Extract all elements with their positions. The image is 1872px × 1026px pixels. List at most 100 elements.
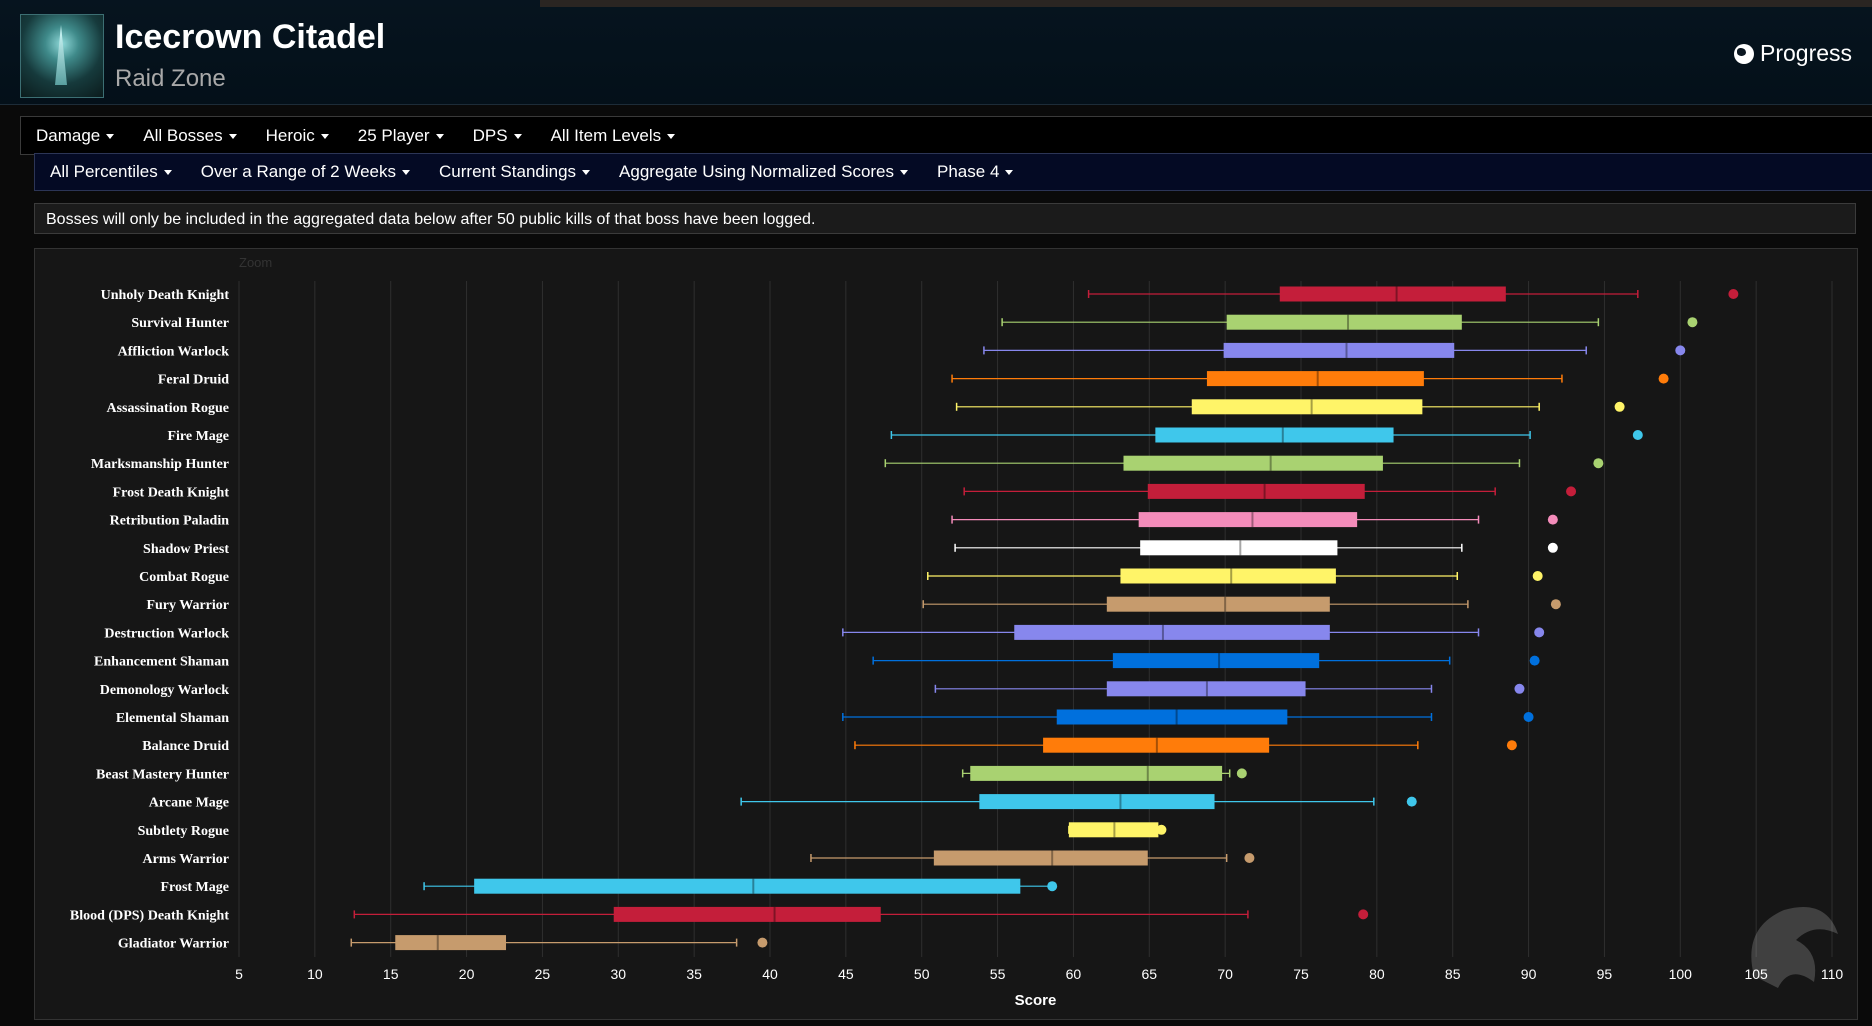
filter-bosses-dropdown[interactable]: All Bosses [128, 126, 250, 146]
chart-category-label: Arms Warrior [143, 852, 229, 867]
boxplot-box [395, 935, 507, 951]
chart-category-label: Survival Hunter [131, 316, 229, 331]
boxplot-box [979, 794, 1215, 810]
page-subtitle: Raid Zone [115, 65, 226, 92]
progress-link[interactable]: Progress [1734, 40, 1852, 67]
chart-x-tick-label: 70 [1217, 966, 1233, 982]
boxplot-outlier-point [1550, 599, 1561, 610]
chart-x-axis-title: Score [1015, 992, 1057, 1009]
header-top-strip [540, 0, 1872, 7]
filter-phase-dropdown[interactable]: Phase 4 [922, 162, 1027, 182]
chart-x-tick-label: 55 [990, 966, 1006, 982]
chart-x-tick-label: 100 [1669, 966, 1693, 982]
chart-x-tick-label: 35 [686, 966, 702, 982]
chart-category-label: Blood (DPS) Death Knight [70, 908, 229, 923]
chart-category-label: Arcane Mage [149, 796, 229, 811]
chart-x-tick-label: 45 [838, 966, 854, 982]
chart-category-label: Fire Mage [167, 429, 229, 444]
chart-x-tick-label: 25 [535, 966, 551, 982]
boxplot-box [1123, 455, 1383, 471]
chart-x-tick-label: 50 [914, 966, 930, 982]
chart-category-label: Retribution Paladin [110, 514, 230, 529]
boxplot-outlier-point [1675, 345, 1686, 356]
boxplot-outlier-point [1593, 458, 1604, 469]
filter-size-dropdown[interactable]: 25 Player [343, 126, 458, 146]
chart-category-label: Shadow Priest [143, 542, 229, 557]
filter-aggregate-dropdown[interactable]: Aggregate Using Normalized Scores [604, 162, 922, 182]
boxplot-outlier-point [1358, 909, 1369, 920]
chart-category-label: Feral Druid [158, 373, 229, 388]
chart-x-tick-label: 80 [1369, 966, 1385, 982]
boxplot-box [1206, 371, 1424, 387]
chart-x-tick-label: 60 [1066, 966, 1082, 982]
zone-header: Icecrown Citadel Raid Zone Progress [0, 0, 1872, 105]
boxplot-box [1120, 568, 1336, 584]
progress-label: Progress [1760, 40, 1853, 66]
chart-category-label: Enhancement Shaman [94, 655, 229, 670]
boxplot-outlier-point [1156, 824, 1167, 835]
filter-range-dropdown[interactable]: Over a Range of 2 Weeks [186, 162, 424, 182]
boxplot-outlier-point [1244, 853, 1255, 863]
boxplot-outlier-point [1534, 627, 1545, 638]
boxplot-box [474, 878, 1021, 894]
boxplot-outlier-point [1728, 289, 1739, 299]
chart-category-label: Unholy Death Knight [101, 288, 230, 303]
chart-category-label: Balance Druid [142, 739, 229, 754]
boxplot-outlier-point [1514, 683, 1525, 694]
chart-category-label: Assassination Rogue [106, 401, 229, 416]
boxplot-outlier-point [1532, 571, 1543, 581]
boxplot-box [1112, 653, 1320, 669]
boxplot-box [1226, 314, 1462, 330]
aggregation-notice: Bosses will only be included in the aggr… [34, 203, 1856, 234]
chart-category-label: Subtlety Rogue [138, 824, 229, 839]
filter-percentiles-dropdown[interactable]: All Percentiles [35, 162, 186, 182]
icecrown-citadel-zone-icon [20, 14, 104, 98]
filter-item-level-dropdown[interactable]: All Item Levels [536, 126, 690, 146]
boxplot-outlier-point [757, 937, 768, 948]
chart-x-tick-label: 75 [1293, 966, 1309, 982]
boxplot-box [1056, 709, 1288, 725]
chart-category-label: Gladiator Warrior [118, 937, 229, 952]
chart-x-tick-label: 10 [307, 966, 323, 982]
boxplot-box [1191, 399, 1423, 415]
boxplot-outlier-point [1566, 486, 1577, 497]
chart-x-tick-label: 20 [459, 966, 475, 982]
boxplot-box [1147, 483, 1365, 499]
boxplot-box [1106, 596, 1330, 612]
chart-x-tick-label: 85 [1445, 966, 1461, 982]
chart-category-label: Destruction Warlock [104, 626, 229, 641]
chart-category-label: Combat Rogue [139, 570, 229, 585]
boxplot-outlier-point [1523, 712, 1534, 722]
chart-category-label: Fury Warrior [146, 598, 229, 613]
filter-metric-dropdown[interactable]: Damage [21, 126, 128, 146]
chart-x-tick-label: 5 [235, 966, 243, 982]
filter-standings-dropdown[interactable]: Current Standings [424, 162, 604, 182]
filter-difficulty-dropdown[interactable]: Heroic [251, 126, 343, 146]
chart-x-tick-label: 30 [610, 966, 626, 982]
boxplot-box [1138, 512, 1358, 528]
filter-bar-primary: Damage All Bosses Heroic 25 Player DPS A… [20, 116, 1872, 155]
score-boxplot-chart: Zoom 5 10 15 20 25 30 35 40 45 50 55 60 65 70 75 80 85 90 9… [34, 248, 1858, 1020]
boxplot-box [1223, 342, 1455, 358]
chart-x-tick-label: 65 [1141, 966, 1157, 982]
chart-x-tick-label: 15 [383, 966, 399, 982]
boxplot-outlier-point [1547, 514, 1558, 525]
chart-x-tick-label: 40 [762, 966, 778, 982]
page-title: Icecrown Citadel [115, 18, 386, 56]
boxplot-box [613, 906, 881, 922]
boxplot-outlier-point [1687, 317, 1698, 328]
boxplot-outlier-point [1614, 401, 1625, 412]
boxplot-outlier-point [1506, 740, 1517, 751]
chart-x-tick-label: 95 [1597, 966, 1613, 982]
boxplot-box [1014, 624, 1330, 640]
filter-role-dropdown[interactable]: DPS [458, 126, 536, 146]
chart-category-label: Affliction Warlock [118, 344, 230, 359]
chart-x-tick-label: 90 [1521, 966, 1537, 982]
boxplot-box [1155, 427, 1394, 443]
globe-icon [1734, 43, 1754, 64]
boxplot-outlier-point [1047, 881, 1058, 892]
chart-category-label: Beast Mastery Hunter [96, 767, 229, 782]
chart-category-label: Frost Death Knight [113, 485, 230, 500]
boxplot-outlier-point [1236, 768, 1247, 779]
chart-category-label: Elemental Shaman [116, 711, 229, 726]
